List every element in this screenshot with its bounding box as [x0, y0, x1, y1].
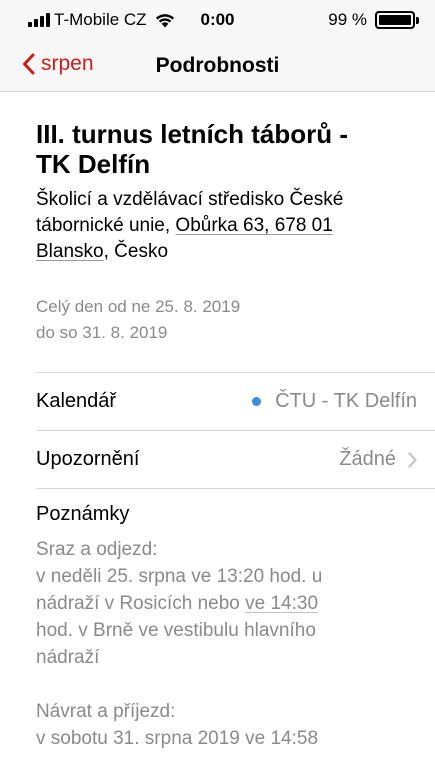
notes-paragraph: Návrat a příjezd: v sobotu 31. srpna 201…	[36, 698, 409, 752]
notes-line: Návrat a příjezd:	[36, 701, 176, 722]
event-details: III. turnus letních táborů - TK Delfín Š…	[0, 92, 435, 767]
location-line: Blansko, Česko	[36, 239, 409, 265]
date-line: Celý den od ne 25. 8. 2019	[36, 297, 241, 316]
chevron-right-icon	[408, 451, 417, 468]
location-text: tábornické unie,	[36, 215, 176, 236]
notes-line: nádraží	[36, 647, 100, 668]
notes-line: hod. v Brně ve vestibulu hlavního	[36, 620, 316, 641]
city-link[interactable]: Blansko	[36, 241, 104, 262]
battery-icon	[375, 11, 419, 29]
alert-value-text: Žádné	[339, 448, 396, 470]
page-title: Podrobnosti	[155, 54, 280, 77]
notes-label: Poznámky	[36, 503, 130, 525]
notes-line: v neděli 25. srpna ve 13:20 hod. u	[36, 566, 323, 587]
notes-line: Sraz a odjezd:	[36, 539, 158, 560]
notes-text: Sraz a odjezd: v neděli 25. srpna ve 13:…	[36, 536, 409, 752]
event-location: Školicí a vzdělávací středisko České táb…	[36, 187, 409, 265]
event-title-line: III. turnus letních táborů -	[36, 119, 348, 149]
event-title: III. turnus letních táborů - TK Delfín	[36, 119, 409, 179]
navigation-bar: srpen Podrobnosti	[0, 40, 435, 92]
event-title-line: TK Delfín	[36, 149, 151, 179]
alert-value: Žádné	[339, 448, 417, 471]
calendar-value: ČTU - TK Delfín	[252, 390, 417, 413]
calendar-color-dot-icon	[252, 397, 262, 406]
notes-line: v sobotu 31. srpna 2019 ve 14:58	[36, 728, 319, 749]
calendar-row[interactable]: Kalendář ČTU - TK Delfín	[0, 373, 435, 430]
calendar-label: Kalendář	[36, 390, 117, 412]
location-line: Školicí a vzdělávací středisko České	[36, 189, 344, 210]
battery-level	[379, 15, 411, 25]
notes-line: nádraží v Rosicích nebo	[36, 593, 246, 614]
date-line: do so 31. 8. 2019	[36, 323, 168, 342]
divider	[36, 488, 435, 489]
event-date-range: Celý den od ne 25. 8. 2019 do so 31. 8. …	[36, 294, 409, 346]
location-text: , Česko	[103, 241, 169, 262]
battery-percent: 99 %	[328, 10, 367, 29]
notes-paragraph: Sraz a odjezd: v neděli 25. srpna ve 13:…	[36, 536, 409, 671]
calendar-name: ČTU - TK Delfín	[275, 390, 417, 412]
status-bar: T-Mobile CZ 0:00 99 %	[0, 0, 435, 40]
alert-row[interactable]: Upozornění Žádné	[0, 431, 435, 488]
time-link[interactable]: ve 14:30	[245, 593, 318, 614]
location-line: tábornické unie, Obůrka 63, 678 01	[36, 213, 409, 239]
status-bar-right: 99 %	[328, 10, 419, 30]
alert-label: Upozornění	[36, 448, 140, 470]
address-link[interactable]: Obůrka 63, 678 01	[175, 215, 332, 236]
